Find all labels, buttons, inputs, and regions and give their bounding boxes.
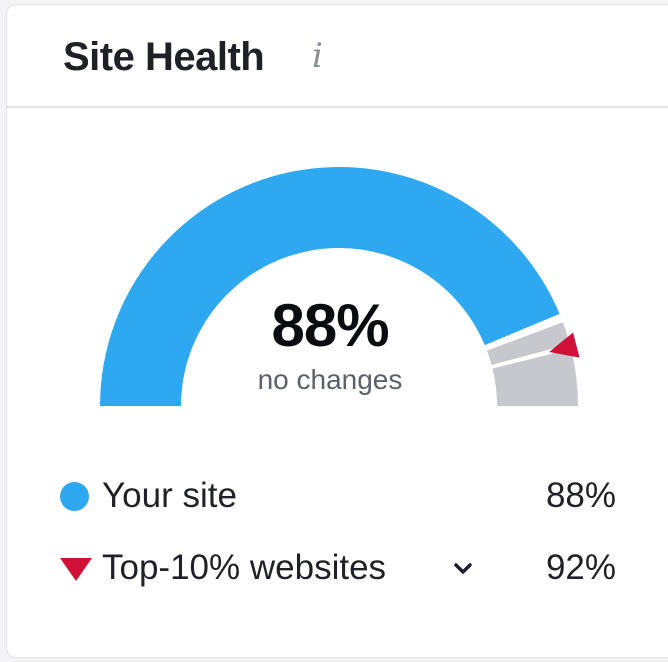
your-site-dot-icon [60, 482, 89, 511]
legend-label-your-site: Your site [102, 476, 237, 515]
chevron-down-icon[interactable] [452, 558, 474, 580]
legend-label-top10[interactable]: Top-10% websites [102, 548, 386, 588]
top10-triangle-icon [60, 558, 92, 581]
legend-row-your-site: Your site 88% [56, 476, 616, 516]
gauge-change-status: no changes [257, 364, 403, 395]
gauge-value: 88% [271, 292, 389, 359]
legend-value-your-site: 88% [545, 476, 616, 515]
legend-row-top10[interactable]: Top-10% websites 92% [56, 548, 616, 588]
legend-value-top10: 92% [545, 548, 616, 587]
